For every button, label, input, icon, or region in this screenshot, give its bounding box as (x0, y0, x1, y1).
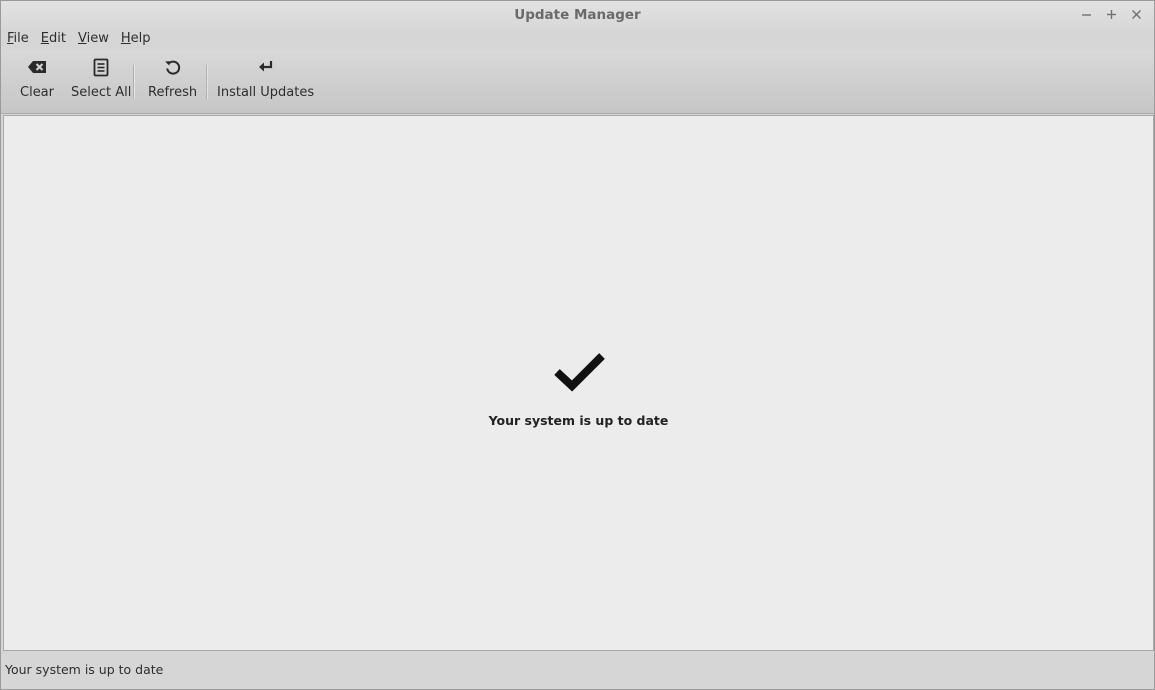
select-all-label: Select All (71, 85, 132, 100)
title-bar[interactable]: Update Manager (1, 1, 1154, 29)
menu-help[interactable]: Help (121, 29, 157, 49)
clear-label: Clear (20, 85, 54, 100)
minimize-button[interactable] (1077, 5, 1096, 24)
menu-view[interactable]: View (78, 29, 115, 49)
document-list-icon (93, 58, 109, 76)
clear-button[interactable]: Clear (20, 57, 54, 105)
backspace-icon (28, 61, 46, 73)
up-to-date-message: Your system is up to date (488, 413, 669, 428)
updates-panel: Your system is up to date (3, 115, 1154, 651)
install-updates-label: Install Updates (217, 85, 315, 100)
window-title: Update Manager (514, 7, 641, 23)
refresh-label: Refresh (148, 85, 198, 100)
status-bar-text: Your system is up to date (5, 662, 164, 677)
window-controls (1077, 5, 1146, 24)
refresh-button[interactable]: Refresh (148, 57, 197, 105)
close-icon (1132, 10, 1141, 19)
menu-file[interactable]: File (7, 29, 35, 49)
status-bar: Your system is up to date (1, 651, 1154, 689)
update-manager-window: Update Manager File Edit View Help Clear… (0, 0, 1155, 690)
install-updates-button[interactable]: Install Updates (217, 57, 314, 105)
menu-bar: File Edit View Help (1, 29, 1154, 49)
toolbar-separator (206, 65, 208, 99)
checkmark-icon (554, 353, 605, 392)
maximize-icon (1107, 10, 1116, 19)
select-all-button[interactable]: Select All (71, 57, 131, 105)
maximize-button[interactable] (1102, 5, 1121, 24)
refresh-icon (164, 60, 180, 75)
toolbar: Clear Select All Refresh Install Updates (1, 49, 1154, 114)
minimize-icon (1082, 14, 1091, 16)
close-button[interactable] (1127, 5, 1146, 24)
toolbar-separator (133, 65, 135, 99)
menu-edit[interactable]: Edit (41, 29, 72, 49)
enter-arrow-icon (258, 61, 272, 72)
